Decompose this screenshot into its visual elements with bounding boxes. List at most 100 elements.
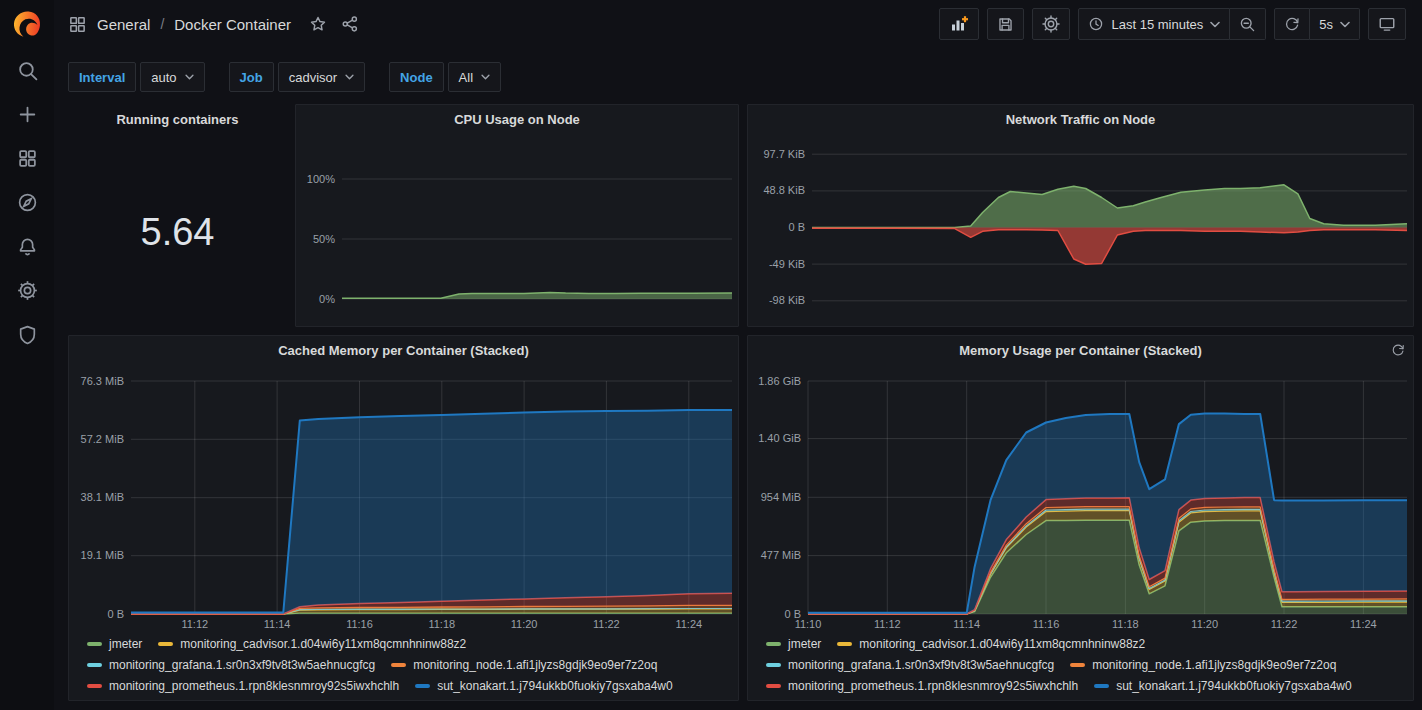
legend-series-name: jmeter (788, 637, 821, 651)
legend-item[interactable]: monitoring_node.1.afi1jlyzs8gdjk9eo9er7z… (1070, 654, 1336, 675)
variable-interval-value[interactable]: auto (140, 62, 204, 92)
svg-text:11:14: 11:14 (953, 618, 980, 630)
variable-interval: Interval auto (68, 62, 205, 92)
legend-series-name: sut_konakart.1.j794ukkb0fuokiy7gsxaba4w0 (437, 679, 673, 693)
svg-text:11:24: 11:24 (1350, 618, 1377, 630)
svg-text:0 B: 0 B (788, 221, 805, 233)
save-dashboard-button[interactable] (987, 8, 1024, 40)
variable-job-value[interactable]: cadvisor (278, 62, 365, 92)
apps-icon (17, 148, 38, 169)
legend-series-swatch (837, 642, 852, 646)
svg-text:954 MiB: 954 MiB (761, 491, 801, 503)
svg-text:-49 KiB: -49 KiB (769, 258, 805, 270)
panel-cached-memory: Cached Memory per Container (Stacked) 0 … (68, 335, 739, 701)
svg-text:11:16: 11:16 (1033, 618, 1060, 630)
legend-series-swatch (766, 684, 781, 688)
legend-item[interactable]: sut_konakart.1.j794ukkb0fuokiy7gsxaba4w0 (1094, 675, 1352, 696)
legend-item[interactable]: monitoring_prometheus.1.rpn8klesnmroy92s… (766, 675, 1078, 696)
legend-series-swatch (1094, 684, 1109, 688)
sidebar-item-server-admin[interactable] (0, 312, 54, 356)
breadcrumb-section[interactable]: General (97, 16, 150, 33)
add-panel-button[interactable] (939, 8, 979, 40)
toolbar: Last 15 minutes 5s (939, 8, 1406, 40)
sidebar-item-search[interactable] (0, 48, 54, 92)
zoom-out-button[interactable] (1230, 8, 1266, 40)
legend-series-swatch (158, 642, 173, 646)
svg-text:0%: 0% (319, 293, 335, 305)
legend-series-name: monitoring_grafana.1.sr0n3xf9tv8t3w5aehn… (788, 658, 1054, 672)
breadcrumb-title[interactable]: Docker Container (174, 16, 291, 33)
panel-title[interactable]: Memory Usage per Container (Stacked) (959, 343, 1202, 358)
svg-text:11:12: 11:12 (874, 618, 901, 630)
legend-series-swatch (766, 663, 781, 667)
legend-series-name: monitoring_cadvisor.1.d04wi6y11xm8qcmnhn… (180, 637, 466, 651)
svg-text:50%: 50% (313, 233, 335, 245)
chevron-down-icon (481, 74, 490, 80)
dashboard-settings-button[interactable] (1032, 8, 1070, 40)
svg-text:1.40 GiB: 1.40 GiB (758, 432, 801, 444)
variable-node: Node All (389, 62, 501, 92)
legend-item[interactable]: monitoring_cadvisor.1.d04wi6y11xm8qcmnhn… (158, 633, 466, 654)
chart-legend: jmeter monitoring_cadvisor.1.d04wi6y11xm8… (748, 631, 1413, 700)
legend-series-name: sut_konakart.1.j794ukkb0fuokiy7gsxaba4w0 (1116, 679, 1352, 693)
time-range-button[interactable]: Last 15 minutes (1078, 8, 1230, 40)
variable-job-label: Job (229, 62, 274, 92)
bell-icon (17, 236, 38, 257)
svg-text:11:22: 11:22 (1271, 618, 1298, 630)
legend-series-name: jmeter (109, 637, 142, 651)
share-icon[interactable] (341, 15, 359, 33)
legend-item[interactable]: jmeter (766, 633, 821, 654)
legend-item[interactable]: monitoring_cadvisor.1.d04wi6y11xm8qcmnhn… (837, 633, 1145, 654)
grafana-logo[interactable] (0, 0, 54, 48)
legend-item[interactable]: monitoring_prometheus.1.rpn8klesnmroy92s… (87, 675, 399, 696)
legend-item[interactable]: sut_konakart.1.j794ukkb0fuokiy7gsxaba4w0 (415, 675, 673, 696)
variable-interval-label: Interval (68, 62, 136, 92)
breadcrumb-separator: / (160, 16, 164, 32)
svg-text:11:10: 11:10 (795, 618, 822, 630)
star-icon[interactable] (309, 15, 327, 33)
sidebar-item-alerting[interactable] (0, 224, 54, 268)
svg-text:11:14: 11:14 (264, 618, 291, 630)
legend-series-name: monitoring_node.1.afi1jlyzs8gdjk9eo9er7z… (413, 658, 657, 672)
sidebar-item-create[interactable] (0, 92, 54, 136)
svg-text:100%: 100% (307, 173, 335, 185)
stat-value: 5.64 (69, 133, 286, 326)
variables-bar: Interval auto Job cadvisor Node All (68, 48, 501, 92)
network-traffic-chart: 97.7 KiB48.8 KiB0 B-49 KiB-98 KiB (748, 133, 1413, 326)
variable-node-value[interactable]: All (448, 62, 501, 92)
legend-series-name: monitoring_grafana.1.sr0n3xf9tv8t3w5aehn… (109, 658, 375, 672)
svg-text:11:18: 11:18 (428, 618, 455, 630)
legend-item[interactable]: monitoring_grafana.1.sr0n3xf9tv8t3w5aehn… (766, 654, 1054, 675)
svg-text:38.1 MiB: 38.1 MiB (81, 491, 124, 503)
legend-item[interactable]: monitoring_grafana.1.sr0n3xf9tv8t3w5aehn… (87, 654, 375, 675)
memory-usage-chart: 0 B477 MiB954 MiB1.40 GiB1.86 GiB11:1011… (748, 364, 1413, 631)
sidebar-item-explore[interactable] (0, 180, 54, 224)
apps-icon (68, 15, 87, 34)
chevron-down-icon (1340, 21, 1350, 28)
panel-title[interactable]: Network Traffic on Node (1006, 112, 1156, 127)
legend-series-swatch (415, 684, 430, 688)
svg-text:19.1 MiB: 19.1 MiB (81, 549, 124, 561)
legend-item[interactable]: jmeter (87, 633, 142, 654)
legend-series-swatch (766, 642, 781, 646)
svg-text:48.8 KiB: 48.8 KiB (763, 184, 805, 196)
refresh-interval-picker[interactable]: 5s (1310, 8, 1360, 40)
variable-job: Job cadvisor (229, 62, 366, 92)
sidebar-item-dashboards[interactable] (0, 136, 54, 180)
sidebar-item-configuration[interactable] (0, 268, 54, 312)
panel-running-containers: Running containers 5.64 (68, 104, 287, 327)
svg-text:0 B: 0 B (107, 608, 124, 620)
cycle-view-mode-button[interactable] (1368, 8, 1406, 40)
chevron-down-icon (1210, 21, 1220, 28)
shield-icon (17, 324, 38, 345)
svg-text:11:22: 11:22 (593, 618, 620, 630)
refresh-interval-label: 5s (1319, 17, 1333, 32)
plus-icon (17, 104, 38, 125)
panel-title[interactable]: Running containers (116, 112, 238, 127)
panel-refresh-icon[interactable] (1391, 343, 1405, 357)
legend-item[interactable]: monitoring_node.1.afi1jlyzs8gdjk9eo9er7z… (391, 654, 657, 675)
panel-title[interactable]: CPU Usage on Node (454, 112, 580, 127)
svg-text:1.86 GiB: 1.86 GiB (758, 375, 801, 387)
panel-title[interactable]: Cached Memory per Container (Stacked) (278, 343, 529, 358)
refresh-button[interactable] (1274, 8, 1310, 40)
